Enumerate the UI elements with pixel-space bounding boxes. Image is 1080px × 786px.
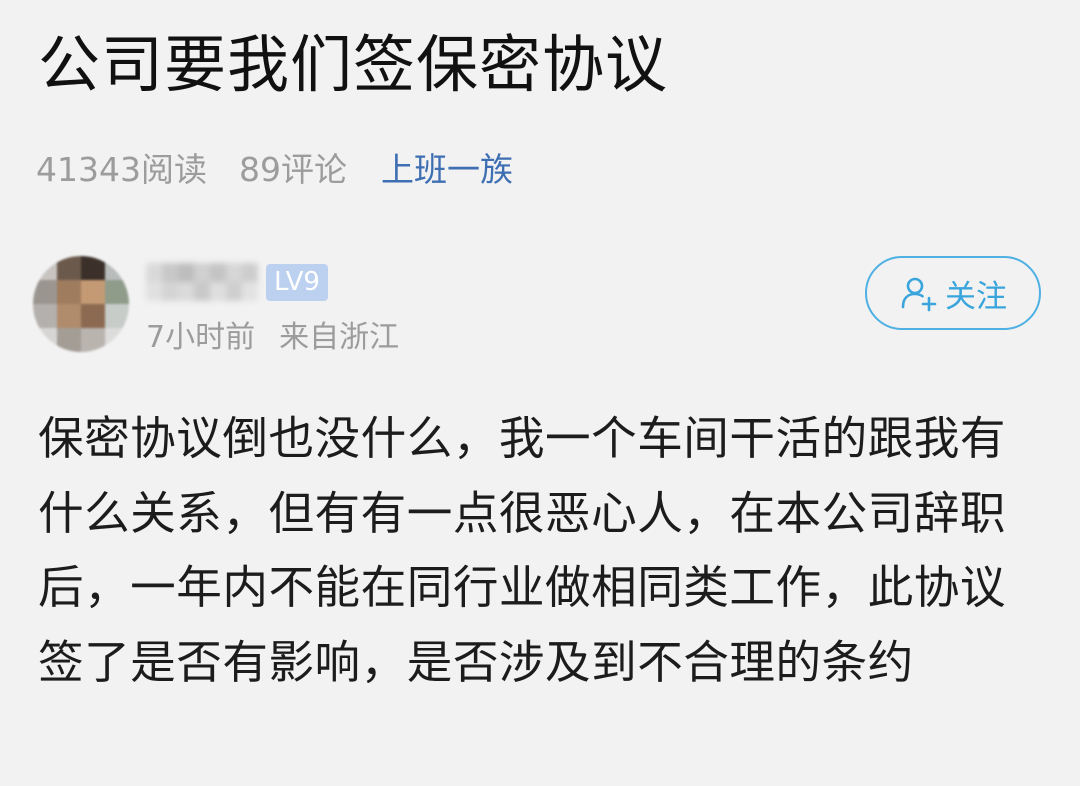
post-title: 公司要我们签保密协议 [38,28,669,101]
avatar[interactable] [33,256,129,352]
add-user-icon [901,277,937,312]
post-time: 7小时前 [146,320,256,355]
username-redacted[interactable] [146,263,258,301]
category-link[interactable]: 上班一族 [381,143,513,191]
view-count: 41343阅读 [36,150,207,189]
comment-count[interactable]: 89评论 [239,143,347,191]
follow-button[interactable]: 关注 [865,256,1041,330]
level-badge: LV9 [266,264,328,301]
follow-label: 关注 [945,278,1007,315]
post-body: 保密协议倒也没什么，我一个车间干活的跟我有什么关系，但有有一点很恶心人，在本公司… [38,412,1006,689]
post-meta: 41343阅读 89评论 上班一族 [36,140,513,194]
post-info: 7小时前 来自浙江 [146,313,399,355]
post-location: 来自浙江 [279,320,400,355]
